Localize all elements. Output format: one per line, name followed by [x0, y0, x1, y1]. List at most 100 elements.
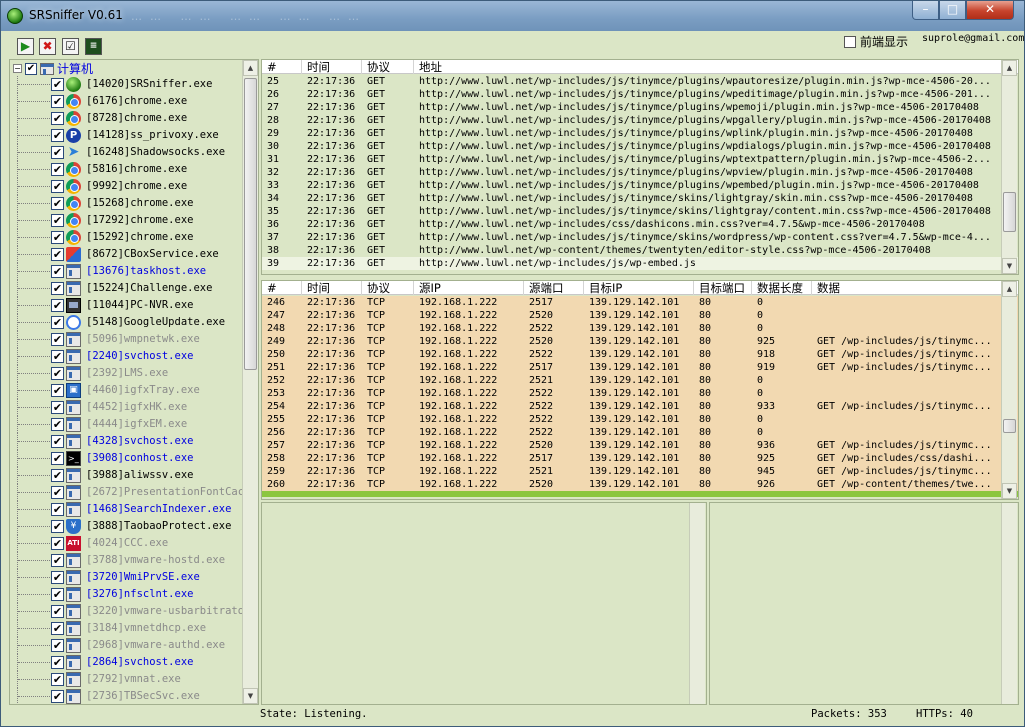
scroll-down-arrow[interactable]: ▼ — [1002, 258, 1017, 274]
table-row[interactable]: 28 22:17:36 GET http://www.luwl.net/wp-incl… — [262, 114, 1018, 127]
scrollbar-thumb[interactable] — [244, 78, 257, 370]
process-item[interactable]: ✔ [2240]svchost.exe — [10, 348, 242, 365]
column-header[interactable]: 目标端口 — [694, 281, 752, 295]
process-item[interactable]: ✔ [3184]vmnetdhcp.exe — [10, 620, 242, 637]
process-item[interactable]: ✔ [2864]svchost.exe — [10, 654, 242, 671]
table-row[interactable]: 257 22:17:36 TCP 192.168.1.222 2520 139.129.1… — [262, 439, 1018, 452]
process-item[interactable]: ✔ [8672]CBoxService.exe — [10, 246, 242, 263]
http-scrollbar[interactable]: ▲ ▼ — [1001, 60, 1017, 274]
process-checkbox[interactable]: ✔ — [51, 350, 64, 363]
process-checkbox[interactable]: ✔ — [51, 367, 64, 380]
table-row[interactable]: 254 22:17:36 TCP 192.168.1.222 2522 139.129.1… — [262, 400, 1018, 413]
table-row[interactable]: 251 22:17:36 TCP 192.168.1.222 2517 139.129.1… — [262, 361, 1018, 374]
process-item[interactable]: ✔ [4452]igfxHK.exe — [10, 399, 242, 416]
process-checkbox[interactable]: ✔ — [51, 197, 64, 210]
column-header[interactable]: 源IP — [414, 281, 524, 295]
process-checkbox[interactable]: ✔ — [51, 503, 64, 516]
checklist-icon[interactable]: ☑ — [62, 38, 79, 55]
table-row[interactable]: 248 22:17:36 TCP 192.168.1.222 2522 139.129.1… — [262, 322, 1018, 335]
table-row[interactable]: 35 22:17:36 GET http://www.luwl.net/wp-incl… — [262, 205, 1018, 218]
process-item[interactable]: ✔ [3220]vmware-usbarbitrator — [10, 603, 242, 620]
table-row[interactable]: 246 22:17:36 TCP 192.168.1.222 2517 139.129.1… — [262, 296, 1018, 309]
process-checkbox[interactable]: ✔ — [51, 95, 64, 108]
column-header[interactable]: 时间 — [302, 60, 362, 74]
process-item[interactable]: ✔ >_ [3908]conhost.exe — [10, 450, 242, 467]
process-item[interactable]: ✔ [2736]TBSecSvc.exe — [10, 688, 242, 704]
process-tree[interactable]: − ✔ 计算机 ✔ [14020]SRSniffer.exe ✔ [6176]chro… — [9, 59, 259, 705]
response-scrollbar[interactable] — [1001, 503, 1017, 704]
column-header[interactable]: 源端口 — [524, 281, 584, 295]
front-display-checkbox[interactable]: 前端显示 — [844, 33, 908, 50]
table-row[interactable]: 25 22:17:36 GET http://www.luwl.net/wp-incl… — [262, 75, 1018, 88]
table-row[interactable]: 26 22:17:36 GET http://www.luwl.net/wp-incl… — [262, 88, 1018, 101]
process-item[interactable]: ✔ [5096]wmpnetwk.exe — [10, 331, 242, 348]
request-detail-pane[interactable] — [261, 502, 707, 705]
process-checkbox[interactable]: ✔ — [51, 554, 64, 567]
scroll-up-arrow[interactable]: ▲ — [1002, 60, 1017, 76]
process-checkbox[interactable]: ✔ — [51, 299, 64, 312]
tree-scrollbar[interactable]: ▲ ▼ — [242, 60, 258, 704]
table-row[interactable]: 247 22:17:36 TCP 192.168.1.222 2520 139.129.1… — [262, 309, 1018, 322]
process-checkbox[interactable]: ✔ — [51, 333, 64, 346]
process-item[interactable]: ✔ [11044]PC-NVR.exe — [10, 297, 242, 314]
table-row[interactable]: 34 22:17:36 GET http://www.luwl.net/wp-incl… — [262, 192, 1018, 205]
column-header[interactable]: 地址 — [414, 60, 1002, 74]
scrollbar-thumb[interactable] — [1003, 419, 1016, 433]
process-checkbox[interactable]: ✔ — [51, 435, 64, 448]
process-item[interactable]: ✔ [3988]aliwssv.exe — [10, 467, 242, 484]
table-row-selected[interactable] — [262, 491, 1018, 497]
tcp-scrollbar[interactable]: ▲ ▼ — [1001, 281, 1017, 499]
export-icon[interactable]: ≡ — [85, 38, 102, 55]
scroll-up-arrow[interactable]: ▲ — [243, 60, 258, 76]
table-row[interactable]: 253 22:17:36 TCP 192.168.1.222 2522 139.129.1… — [262, 387, 1018, 400]
column-header[interactable]: # — [262, 281, 302, 295]
title-bar[interactable]: SRSniffer V0.61 …… …… …… …… …… – □ ✕ — [1, 1, 1024, 31]
process-item[interactable]: ✔ [15268]chrome.exe — [10, 195, 242, 212]
column-header[interactable]: 协议 — [362, 60, 414, 74]
process-item[interactable]: ✔ [4328]svchost.exe — [10, 433, 242, 450]
process-checkbox[interactable]: ✔ — [51, 605, 64, 618]
response-detail-pane[interactable] — [709, 502, 1019, 705]
process-checkbox[interactable]: ✔ — [51, 214, 64, 227]
process-checkbox[interactable]: ✔ — [51, 656, 64, 669]
table-row[interactable]: 39 22:17:36 GET http://www.luwl.net/wp-incl… — [262, 257, 1018, 270]
table-row[interactable]: 256 22:17:36 TCP 192.168.1.222 2522 139.129.1… — [262, 426, 1018, 439]
process-item[interactable]: ✔ [6176]chrome.exe — [10, 93, 242, 110]
process-item[interactable]: ✔ [2968]vmware-authd.exe — [10, 637, 242, 654]
scroll-down-arrow[interactable]: ▼ — [1002, 483, 1017, 499]
collapse-icon[interactable]: − — [13, 64, 22, 73]
process-item[interactable]: ✔ [9992]chrome.exe — [10, 178, 242, 195]
process-checkbox[interactable]: ✔ — [51, 690, 64, 703]
column-header[interactable]: 数据长度 — [752, 281, 812, 295]
process-checkbox[interactable]: ✔ — [51, 231, 64, 244]
process-item[interactable]: ✔ [2392]LMS.exe — [10, 365, 242, 382]
process-checkbox[interactable]: ✔ — [51, 129, 64, 142]
process-item[interactable]: ✔ ¥ [3888]TaobaoProtect.exe — [10, 518, 242, 535]
process-checkbox[interactable]: ✔ — [51, 537, 64, 550]
process-item[interactable]: ✔ [2792]vmnat.exe — [10, 671, 242, 688]
process-checkbox[interactable]: ✔ — [51, 282, 64, 295]
process-checkbox[interactable]: ✔ — [51, 248, 64, 261]
table-row[interactable]: 250 22:17:36 TCP 192.168.1.222 2522 139.129.1… — [262, 348, 1018, 361]
process-item[interactable]: ✔ [3720]WmiPrvSE.exe — [10, 569, 242, 586]
scroll-up-arrow[interactable]: ▲ — [1002, 281, 1017, 297]
column-header[interactable]: 数据 — [812, 281, 1002, 295]
table-row[interactable]: 259 22:17:36 TCP 192.168.1.222 2521 139.129.1… — [262, 465, 1018, 478]
column-header[interactable]: 协议 — [362, 281, 414, 295]
request-scrollbar[interactable] — [689, 503, 705, 704]
close-button[interactable]: ✕ — [966, 1, 1014, 20]
process-checkbox[interactable]: ✔ — [51, 146, 64, 159]
process-item[interactable]: ✔ ▣ [4460]igfxTray.exe — [10, 382, 242, 399]
table-row[interactable]: 36 22:17:36 GET http://www.luwl.net/wp-incl… — [262, 218, 1018, 231]
process-item[interactable]: ✔ [15224]Challenge.exe — [10, 280, 242, 297]
table-row[interactable]: 249 22:17:36 TCP 192.168.1.222 2520 139.129.1… — [262, 335, 1018, 348]
table-row[interactable]: 30 22:17:36 GET http://www.luwl.net/wp-incl… — [262, 140, 1018, 153]
process-item[interactable]: ✔ [1468]SearchIndexer.exe — [10, 501, 242, 518]
process-checkbox[interactable]: ✔ — [51, 401, 64, 414]
table-row[interactable]: 32 22:17:36 GET http://www.luwl.net/wp-incl… — [262, 166, 1018, 179]
process-checkbox[interactable]: ✔ — [51, 112, 64, 125]
process-item[interactable]: ✔ [5816]chrome.exe — [10, 161, 242, 178]
process-item[interactable]: ✔ [17292]chrome.exe — [10, 212, 242, 229]
process-item[interactable]: ✔ ➤ [16248]Shadowsocks.exe — [10, 144, 242, 161]
table-row[interactable]: 31 22:17:36 GET http://www.luwl.net/wp-incl… — [262, 153, 1018, 166]
